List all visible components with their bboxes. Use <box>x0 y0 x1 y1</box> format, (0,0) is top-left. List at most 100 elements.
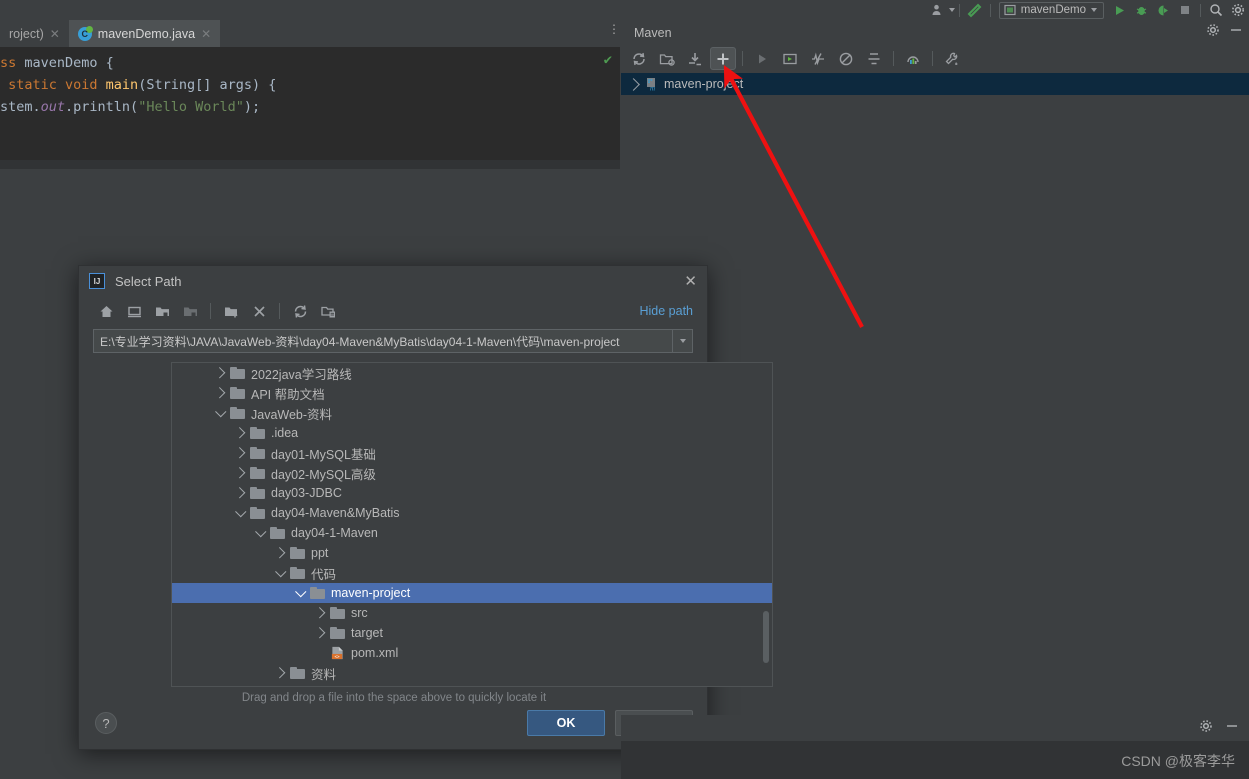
chevron-down-icon[interactable] <box>235 506 247 517</box>
reimport-icon[interactable] <box>626 47 652 70</box>
tree-toggle[interactable] <box>212 406 230 417</box>
user-icon[interactable] <box>927 1 949 19</box>
add-maven-project-icon[interactable] <box>710 47 736 70</box>
tree-toggle[interactable] <box>272 566 290 577</box>
tree-toggle[interactable] <box>232 427 250 439</box>
tree-row[interactable]: day01-MySQL基础 <box>172 443 772 463</box>
run-coverage-icon[interactable] <box>1152 1 1174 19</box>
tree-toggle[interactable] <box>212 367 230 379</box>
tree-row[interactable]: <> pom.xml <box>172 643 772 663</box>
debug-icon[interactable] <box>1130 1 1152 19</box>
ok-button[interactable]: OK <box>527 710 605 736</box>
collapse-all-icon[interactable] <box>861 47 887 70</box>
generate-sources-icon[interactable] <box>654 47 680 70</box>
tree-row[interactable]: ppt <box>172 543 772 563</box>
tree-row[interactable]: API 帮助文档 <box>172 383 772 403</box>
chevron-down-icon[interactable] <box>1091 8 1097 12</box>
search-icon[interactable] <box>1205 1 1227 19</box>
tree-row[interactable]: src <box>172 603 772 623</box>
toggle-skip-tests-icon[interactable] <box>805 47 831 70</box>
tree-toggle[interactable] <box>272 667 290 679</box>
tree-row[interactable]: day03-JDBC <box>172 483 772 503</box>
tree-row[interactable]: 代码 <box>172 563 772 583</box>
tree-scrollbar[interactable] <box>762 363 771 686</box>
home-icon[interactable] <box>93 299 119 323</box>
tree-toggle[interactable] <box>312 607 330 619</box>
tree-row[interactable]: maven-project <box>172 583 772 603</box>
editor-tab-project[interactable]: roject) ✕ <box>0 20 69 47</box>
project-dir-icon[interactable] <box>149 299 175 323</box>
minimize-icon[interactable] <box>1229 23 1243 42</box>
tree-toggle[interactable] <box>232 467 250 479</box>
new-folder-icon[interactable] <box>218 299 244 323</box>
close-icon[interactable]: ✕ <box>684 274 697 289</box>
chevron-down-icon[interactable] <box>255 526 267 537</box>
help-button[interactable]: ? <box>95 712 117 734</box>
tree-toggle[interactable] <box>232 506 250 517</box>
chevron-right-icon[interactable] <box>274 667 285 679</box>
code-line: stem.out.println("Hello World"); <box>0 96 620 118</box>
tree-toggle[interactable] <box>312 627 330 639</box>
tree-row[interactable]: 2022java学习路线 <box>172 363 772 383</box>
minimize-icon[interactable] <box>1225 719 1239 738</box>
tree-row[interactable]: target <box>172 623 772 643</box>
close-icon[interactable]: ✕ <box>201 27 211 41</box>
maven-projects-tree[interactable]: m maven-project <box>621 72 1249 95</box>
delete-icon[interactable] <box>246 299 272 323</box>
execute-goal-icon[interactable] <box>777 47 803 70</box>
tree-scrollbar-thumb[interactable] <box>763 611 769 663</box>
download-sources-icon[interactable] <box>682 47 708 70</box>
editor-tabs-menu-icon[interactable]: ⋮ <box>608 23 620 41</box>
tree-toggle[interactable] <box>212 387 230 399</box>
tree-row[interactable]: day02-MySQL高级 <box>172 463 772 483</box>
settings-gear-icon[interactable] <box>1227 1 1249 19</box>
show-hidden-files-icon[interactable] <box>315 299 341 323</box>
close-icon[interactable]: ✕ <box>50 27 60 41</box>
chevron-right-icon[interactable] <box>234 487 245 499</box>
tree-row[interactable]: .idea <box>172 423 772 443</box>
gear-icon[interactable] <box>1206 23 1220 42</box>
tree-toggle[interactable] <box>252 526 270 537</box>
desktop-icon[interactable] <box>121 299 147 323</box>
chevron-right-icon[interactable] <box>214 387 225 399</box>
status-bar <box>621 715 1249 741</box>
chevron-right-icon[interactable] <box>274 547 285 559</box>
inspection-status-icon[interactable]: ✔ <box>604 52 612 68</box>
chevron-right-icon[interactable] <box>214 367 225 379</box>
path-history-dropdown[interactable] <box>672 330 692 352</box>
editor-tab-mavendemo[interactable]: mavenDemo.java ✕ <box>68 20 221 47</box>
run-icon[interactable] <box>1108 1 1130 19</box>
gear-icon[interactable] <box>1199 719 1213 738</box>
tree-row[interactable]: day04-Maven&MyBatis <box>172 503 772 523</box>
tree-toggle[interactable] <box>232 487 250 499</box>
code-editor[interactable]: ss mavenDemo { static void main(String[]… <box>0 47 620 160</box>
stop-icon[interactable] <box>1174 1 1196 19</box>
chevron-right-icon[interactable] <box>234 447 245 459</box>
chevron-right-icon[interactable] <box>234 427 245 439</box>
maven-tree-row[interactable]: m maven-project <box>621 73 1249 95</box>
tree-toggle[interactable] <box>292 586 310 597</box>
tree-row[interactable]: 资料 <box>172 663 772 683</box>
show-dependencies-icon[interactable] <box>900 47 926 70</box>
tree-row[interactable]: JavaWeb-资料 <box>172 403 772 423</box>
chevron-right-icon[interactable] <box>314 607 325 619</box>
path-input[interactable] <box>94 330 672 352</box>
chevron-down-icon[interactable] <box>275 566 287 577</box>
tree-row[interactable]: day04-1-Maven <box>172 523 772 543</box>
toggle-offline-icon[interactable] <box>833 47 859 70</box>
chevron-down-icon[interactable] <box>215 406 227 417</box>
chevron-right-icon[interactable] <box>234 467 245 479</box>
code-token: main <box>105 77 139 93</box>
maven-settings-wrench-icon[interactable] <box>939 47 965 70</box>
hammer-icon[interactable] <box>964 1 986 19</box>
refresh-icon[interactable] <box>287 299 313 323</box>
hide-path-link[interactable]: Hide path <box>639 304 693 318</box>
chevron-down-icon[interactable] <box>295 586 307 597</box>
chevron-right-icon[interactable] <box>314 627 325 639</box>
tree-toggle[interactable] <box>232 447 250 459</box>
chevron-right-icon[interactable] <box>627 77 640 91</box>
user-dropdown-caret-icon[interactable] <box>948 8 955 12</box>
file-tree[interactable]: 2022java学习路线 API 帮助文档 JavaWeb-资料 .idea day01… <box>171 362 773 687</box>
run-configuration-selector[interactable]: mavenDemo <box>998 1 1104 19</box>
tree-toggle[interactable] <box>272 547 290 559</box>
